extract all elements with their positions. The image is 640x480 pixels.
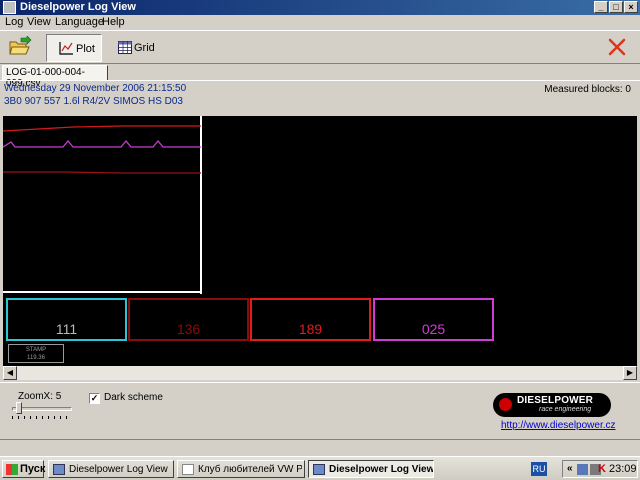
title-bar[interactable]: Dieselpower Log View _ □ × [0, 0, 640, 15]
gauge-1[interactable]: 111 [6, 298, 127, 341]
website-link[interactable]: http://www.dieselpower.cz [501, 420, 616, 431]
start-label: Пуск [20, 463, 46, 475]
task-dieselpower-1[interactable]: Dieselpower Log View [48, 460, 174, 478]
start-button[interactable]: Пуск [2, 460, 46, 478]
trace-lines [3, 116, 202, 294]
minimize-button[interactable]: _ [594, 1, 608, 13]
trace-darkred [3, 171, 201, 174]
app-window: Dieselpower Log View _ □ × Log View Lang… [0, 0, 640, 480]
task-browser[interactable]: Клуб любителей VW Pa... [177, 460, 305, 478]
horizontal-scrollbar[interactable]: ◀ ▶ [3, 366, 637, 380]
zoom-slider-thumb[interactable] [16, 402, 22, 414]
gauge-2-value: 136 [176, 321, 201, 337]
plot-icon [59, 42, 73, 55]
system-tray: « K 23:09 [562, 460, 638, 478]
zoom-slider-ticks [12, 416, 72, 419]
open-folder-icon [9, 35, 32, 55]
logo-mark-icon [499, 398, 512, 411]
window-close-button[interactable]: × [624, 1, 638, 13]
windows-flag-icon [6, 464, 18, 475]
task-app-icon [53, 464, 65, 475]
scroll-right-button[interactable]: ▶ [623, 366, 637, 380]
open-button[interactable] [8, 35, 32, 58]
task-label: Dieselpower Log View [329, 464, 433, 475]
task-browser-icon [182, 464, 194, 475]
task-label: Dieselpower Log View [69, 464, 168, 475]
gauge-3[interactable]: 189 [250, 298, 371, 341]
stamp-value: 119.36 [27, 355, 45, 361]
grid-label: Grid [134, 42, 155, 54]
grid-button[interactable]: Grid [110, 34, 166, 62]
ecu-info: 3B0 907 557 1.6l R4/2V SIMOS HS D03 [4, 96, 183, 107]
gauge-1-value: 111 [55, 321, 78, 337]
measured-blocks: Measured blocks: 0 [544, 84, 631, 95]
window-title: Dieselpower Log View [20, 1, 136, 13]
plot-button[interactable]: Plot [46, 34, 102, 62]
scroll-left-button[interactable]: ◀ [3, 366, 17, 380]
language-indicator[interactable]: RU [531, 462, 547, 476]
gauge-2[interactable]: 136 [128, 298, 249, 341]
taskbar: Пуск Dieselpower Log View Клуб любителей… [0, 456, 640, 480]
log-date: Wednesday 29 November 2006 21:15:50 [4, 83, 187, 94]
menu-log[interactable]: Log [5, 16, 23, 28]
network-icon[interactable] [577, 464, 588, 475]
maximize-button[interactable]: □ [609, 1, 623, 13]
menu-language[interactable]: Language [55, 16, 104, 28]
dark-scheme-label[interactable]: Dark scheme [104, 392, 163, 403]
logo-tagline: race engineering [539, 406, 592, 413]
toolbar: Plot Grid [0, 30, 640, 64]
logo-brand: DIESELPOWER [517, 395, 594, 406]
gauge-4-value: 025 [421, 321, 446, 337]
dieselpower-logo: DIESELPOWER race engineering [493, 393, 611, 417]
gauge-3-value: 189 [298, 321, 323, 337]
plot-label: Plot [76, 43, 95, 55]
dark-scheme-checkbox[interactable]: ✓ [89, 393, 100, 404]
clock: 23:09 [609, 463, 637, 475]
trace-red-top [3, 125, 201, 132]
antivirus-k-icon[interactable]: K [598, 463, 608, 475]
gauge-4[interactable]: 025 [373, 298, 494, 341]
grid-icon [118, 41, 132, 54]
app-icon[interactable] [3, 1, 16, 14]
trace-magenta [3, 139, 201, 148]
task-app-icon [313, 464, 325, 475]
tray-expand-icon[interactable]: « [567, 463, 573, 474]
status-separator [0, 439, 640, 440]
task-label: Клуб любителей VW Pa... [198, 464, 302, 475]
menu-help[interactable]: Help [102, 16, 125, 28]
stamp-box: STAMP 119.36 [8, 344, 64, 363]
close-x-icon[interactable] [606, 36, 628, 58]
task-dieselpower-2[interactable]: Dieselpower Log View [308, 460, 434, 478]
menu-bar: Log View Language Help [0, 15, 640, 30]
tab-divider [0, 80, 640, 81]
tab-log-file[interactable]: LOG-01-000-004-099.csv [2, 65, 108, 89]
stamp-label: STAMP [25, 347, 47, 353]
menu-view[interactable]: View [27, 16, 51, 28]
zoom-label: ZoomX: 5 [18, 391, 62, 402]
bottom-panel: ZoomX: 5 ✓ Dark scheme DIESELPOWER race … [0, 382, 640, 456]
plot-area[interactable]: 111 136 189 025 STAMP 119.36 [3, 116, 637, 366]
